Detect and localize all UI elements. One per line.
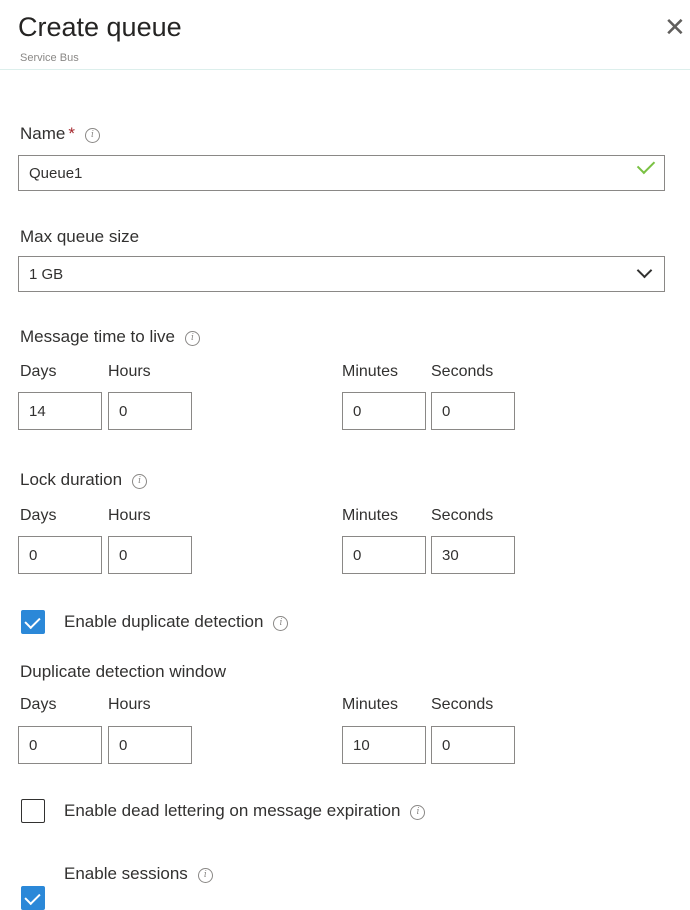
max-queue-size-select[interactable]: 1 GB	[18, 256, 665, 292]
chevron-down-icon	[636, 262, 653, 279]
name-value: Queue1	[29, 164, 83, 182]
ttl-label: Message time to live	[20, 327, 175, 346]
name-input[interactable]: Queue1	[18, 155, 665, 191]
duplicate-detection-label-row: Enable duplicate detection i	[64, 612, 289, 632]
info-icon[interactable]: i	[84, 128, 100, 143]
dup-minutes-label: Minutes	[342, 696, 399, 713]
dead-lettering-checkbox[interactable]	[21, 799, 45, 823]
max-queue-size-value: 1 GB	[29, 265, 64, 283]
ttl-hours-label: Hours	[108, 363, 151, 380]
dup-minutes-input[interactable]: 10	[342, 726, 426, 764]
info-icon[interactable]: i	[410, 805, 426, 820]
duplicate-window-label: Duplicate detection window	[20, 662, 227, 681]
checkmark-icon	[636, 155, 656, 175]
close-icon[interactable]: ✕	[664, 14, 686, 40]
lock-days-input[interactable]: 0	[18, 536, 102, 574]
duplicate-detection-checkbox[interactable]	[21, 610, 45, 634]
dup-minutes-value: 10	[353, 736, 370, 754]
max-queue-size-label: Max queue size	[20, 227, 140, 246]
dup-hours-input[interactable]: 0	[108, 726, 192, 764]
lock-seconds-input[interactable]: 30	[431, 536, 515, 574]
lock-seconds-value: 30	[442, 546, 459, 564]
lock-minutes-value: 0	[353, 546, 362, 564]
lock-hours-input[interactable]: 0	[108, 536, 192, 574]
ttl-hours-value: 0	[119, 402, 128, 420]
panel-title: Create queue	[18, 12, 182, 42]
sessions-label: Enable sessions	[64, 864, 188, 883]
dup-seconds-value: 0	[442, 736, 451, 754]
info-icon[interactable]: i	[197, 868, 213, 883]
lock-duration-label: Lock duration	[20, 470, 123, 489]
ttl-days-input[interactable]: 14	[18, 392, 102, 430]
sessions-checkbox[interactable]	[21, 886, 45, 910]
name-label: Name	[20, 124, 66, 143]
ttl-minutes-value: 0	[353, 402, 362, 420]
ttl-minutes-label: Minutes	[342, 363, 399, 380]
ttl-minutes-input[interactable]: 0	[342, 392, 426, 430]
ttl-seconds-label: Seconds	[431, 363, 494, 380]
dead-lettering-label-row: Enable dead lettering on message expirat…	[64, 801, 426, 821]
ttl-days-label: Days	[20, 363, 57, 380]
ttl-seconds-input[interactable]: 0	[431, 392, 515, 430]
dup-seconds-label: Seconds	[431, 696, 494, 713]
lock-minutes-label: Minutes	[342, 507, 399, 524]
dup-days-value: 0	[29, 736, 38, 754]
name-label-row: Name * i	[20, 124, 100, 144]
header-divider	[0, 69, 690, 70]
sessions-label-row: Enable sessions i	[64, 864, 213, 884]
lock-seconds-label: Seconds	[431, 507, 494, 524]
lock-duration-label-row: Lock duration i	[20, 470, 148, 490]
info-icon[interactable]: i	[184, 331, 200, 346]
lock-days-value: 0	[29, 546, 38, 564]
info-icon[interactable]: i	[273, 616, 289, 631]
lock-days-label: Days	[20, 507, 57, 524]
lock-minutes-input[interactable]: 0	[342, 536, 426, 574]
lock-hours-label: Hours	[108, 507, 151, 524]
dead-lettering-label: Enable dead lettering on message expirat…	[64, 801, 401, 820]
required-marker: *	[68, 124, 75, 143]
panel-subtitle: Service Bus	[20, 52, 79, 64]
dup-days-input[interactable]: 0	[18, 726, 102, 764]
dup-days-label: Days	[20, 696, 57, 713]
info-icon[interactable]: i	[132, 474, 148, 489]
ttl-days-value: 14	[29, 402, 46, 420]
dup-hours-value: 0	[119, 736, 128, 754]
dup-seconds-input[interactable]: 0	[431, 726, 515, 764]
ttl-label-row: Message time to live i	[20, 327, 200, 347]
duplicate-detection-label: Enable duplicate detection	[64, 612, 264, 631]
ttl-hours-input[interactable]: 0	[108, 392, 192, 430]
lock-hours-value: 0	[119, 546, 128, 564]
ttl-seconds-value: 0	[442, 402, 451, 420]
dup-hours-label: Hours	[108, 696, 151, 713]
